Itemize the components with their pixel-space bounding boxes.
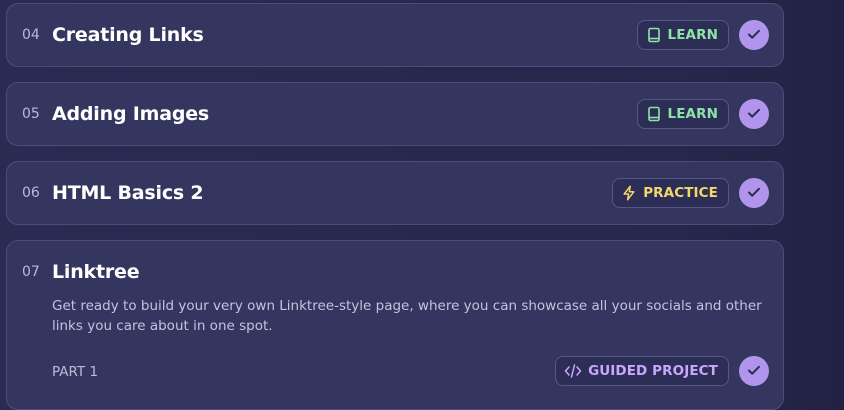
guided-project-badge[interactable]: GUIDED PROJECT bbox=[555, 356, 729, 386]
badge-label: LEARN bbox=[667, 106, 718, 122]
check-icon bbox=[747, 105, 761, 124]
lesson-card-07[interactable]: 07 Linktree Get ready to build your very… bbox=[6, 240, 784, 410]
lesson-title: Creating Links bbox=[52, 24, 204, 46]
completed-check bbox=[739, 178, 769, 208]
badge-label: PRACTICE bbox=[643, 185, 718, 201]
lesson-card-04[interactable]: 04 Creating Links LEARN bbox=[6, 3, 784, 67]
lesson-description: Get ready to build your very own Linktre… bbox=[52, 298, 762, 334]
completed-check bbox=[739, 99, 769, 129]
completed-check bbox=[739, 356, 769, 386]
lesson-number: 05 bbox=[22, 106, 40, 122]
lesson-number: 04 bbox=[22, 27, 40, 43]
learn-badge[interactable]: LEARN bbox=[636, 99, 729, 129]
lesson-number: 06 bbox=[22, 185, 40, 201]
book-icon bbox=[646, 106, 662, 122]
lesson-part: PART 1 bbox=[52, 364, 99, 380]
check-icon bbox=[747, 184, 761, 203]
lesson-title: Adding Images bbox=[52, 103, 210, 125]
lesson-card-05[interactable]: 05 Adding Images LEARN bbox=[6, 82, 784, 146]
practice-badge[interactable]: PRACTICE bbox=[612, 178, 729, 208]
lightning-icon bbox=[621, 185, 637, 201]
lesson-card-06[interactable]: 06 HTML Basics 2 PRACTICE bbox=[6, 161, 784, 225]
badge-label: LEARN bbox=[667, 27, 718, 43]
lesson-number: 07 bbox=[22, 264, 40, 280]
check-icon bbox=[747, 362, 761, 381]
book-icon bbox=[646, 27, 662, 43]
completed-check bbox=[739, 20, 769, 50]
badge-label: GUIDED PROJECT bbox=[588, 363, 718, 379]
lesson-title: Linktree bbox=[52, 261, 140, 283]
learn-badge[interactable]: LEARN bbox=[636, 20, 729, 50]
check-icon bbox=[747, 26, 761, 45]
lesson-title: HTML Basics 2 bbox=[52, 182, 204, 204]
code-icon bbox=[564, 363, 582, 379]
